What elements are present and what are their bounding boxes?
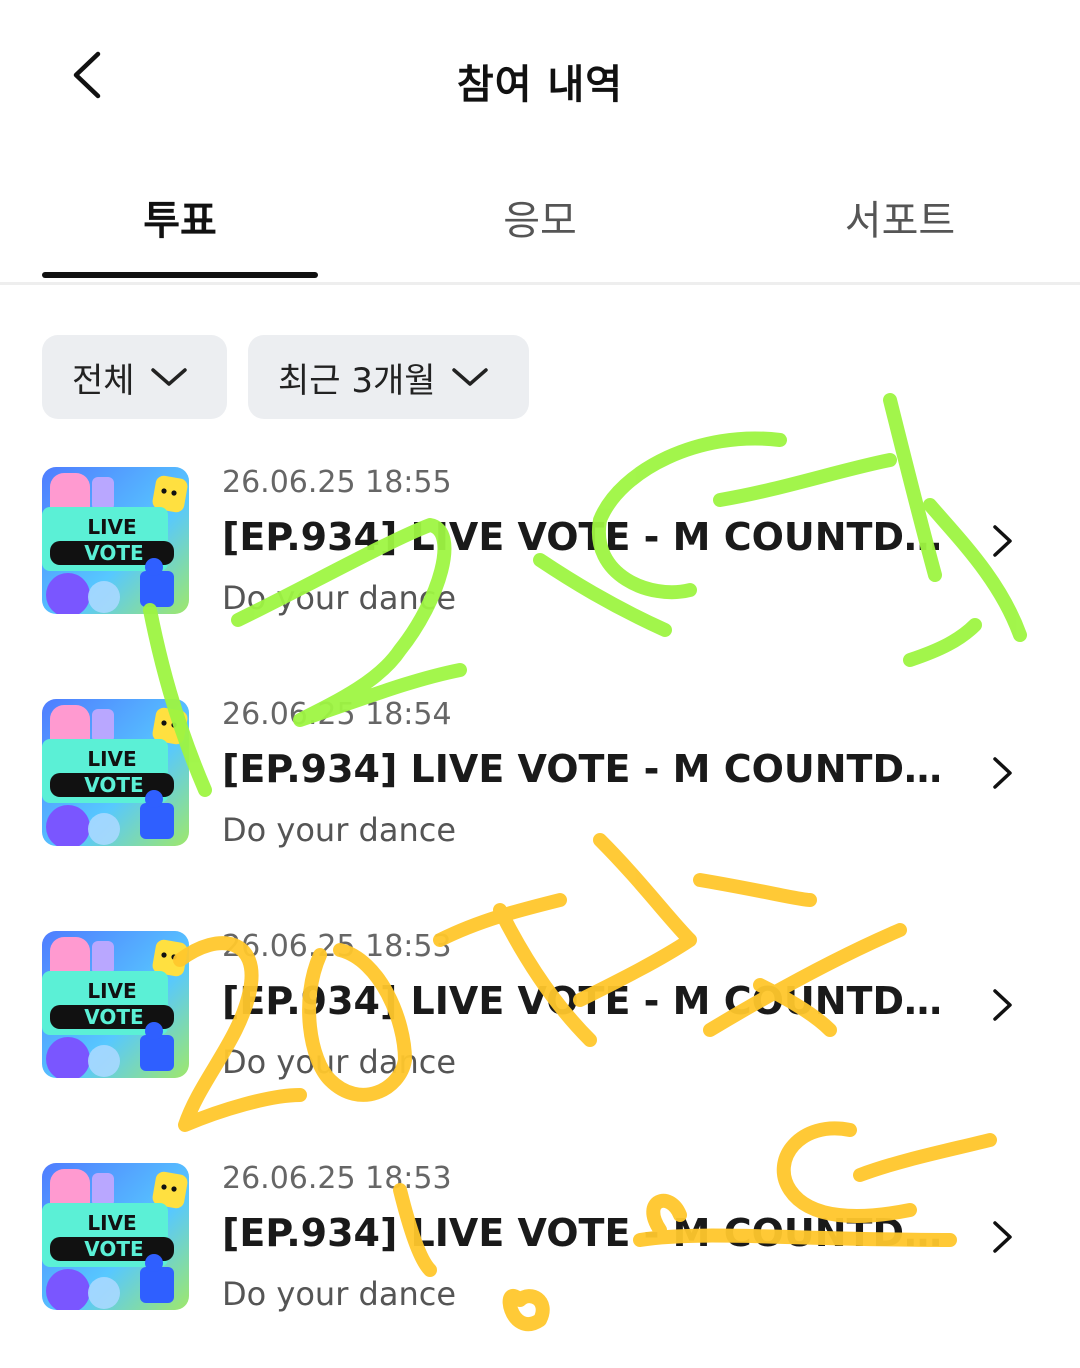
thumb-text-vote: VOTE [84,1237,143,1261]
thumb-text-live: LIVE [87,515,136,539]
thumb-text-vote: VOTE [84,541,143,565]
live-vote-thumbnail: LIVE VOTE [42,931,189,1078]
thumb-text-live: LIVE [87,979,136,1003]
chevron-right-icon [993,989,1012,1021]
vote-date: 26.06.25 18:53 [222,929,452,964]
thumb-text-vote: VOTE [84,1005,143,1029]
filter-category-label: 전체 [72,360,135,401]
chevron-down-icon [150,368,187,386]
tab-entry[interactable]: 응모 [360,188,720,246]
thumb-text-live: LIVE [87,1211,136,1235]
list-item[interactable]: LIVE VOTE 26.06.25 18:53 [EP.934] LIVE V… [0,929,1080,1081]
filter-period-dropdown[interactable]: 최근 3개월 [248,335,529,419]
chevron-down-icon [451,368,488,386]
thumb-text-vote: VOTE [84,773,143,797]
filter-category-dropdown[interactable]: 전체 [42,335,227,419]
live-vote-thumbnail: LIVE VOTE [42,467,189,614]
chevron-right-icon [993,757,1012,789]
vote-subtitle: Do your dance [222,811,456,849]
chevron-right-icon [993,525,1012,557]
tab-vote[interactable]: 투표 [0,188,360,246]
vote-subtitle: Do your dance [222,579,456,617]
page-title: 참여 내역 [456,62,624,108]
top-bar: 참여 내역 [0,0,1080,150]
vote-subtitle: Do your dance [222,1043,456,1081]
live-vote-thumbnail: LIVE VOTE [42,1163,189,1310]
vote-title: [EP.934] LIVE VOTE - M COUNTDOWN [222,747,962,791]
live-vote-thumbnail: LIVE VOTE [42,699,189,846]
chevron-right-icon [993,1221,1012,1253]
vote-subtitle: Do your dance [222,1275,456,1313]
vote-title: [EP.934] LIVE VOTE - M COUNTDOWN [222,515,962,559]
filter-period-label: 최근 3개월 [278,360,436,401]
tab-bar: 투표 응모 서포트 [0,160,1080,285]
vote-date: 26.06.25 18:53 [222,1161,452,1196]
list-item[interactable]: LIVE VOTE 26.06.25 18:53 [EP.934] LIVE V… [0,1161,1080,1313]
thumb-text-live: LIVE [87,747,136,771]
list-item[interactable]: LIVE VOTE 26.06.25 18:54 [EP.934] LIVE V… [0,697,1080,849]
tab-support[interactable]: 서포트 [720,188,1080,246]
vote-title: [EP.934] LIVE VOTE - M COUNTDOWN [222,1211,962,1255]
vote-title: [EP.934] LIVE VOTE - M COUNTDOWN [222,979,962,1023]
list-item[interactable]: LIVE VOTE 26.06.25 18:55 [EP.934] LIVE V… [0,465,1080,617]
vote-date: 26.06.25 18:55 [222,465,452,500]
active-tab-indicator [42,272,318,278]
vote-date: 26.06.25 18:54 [222,697,452,732]
